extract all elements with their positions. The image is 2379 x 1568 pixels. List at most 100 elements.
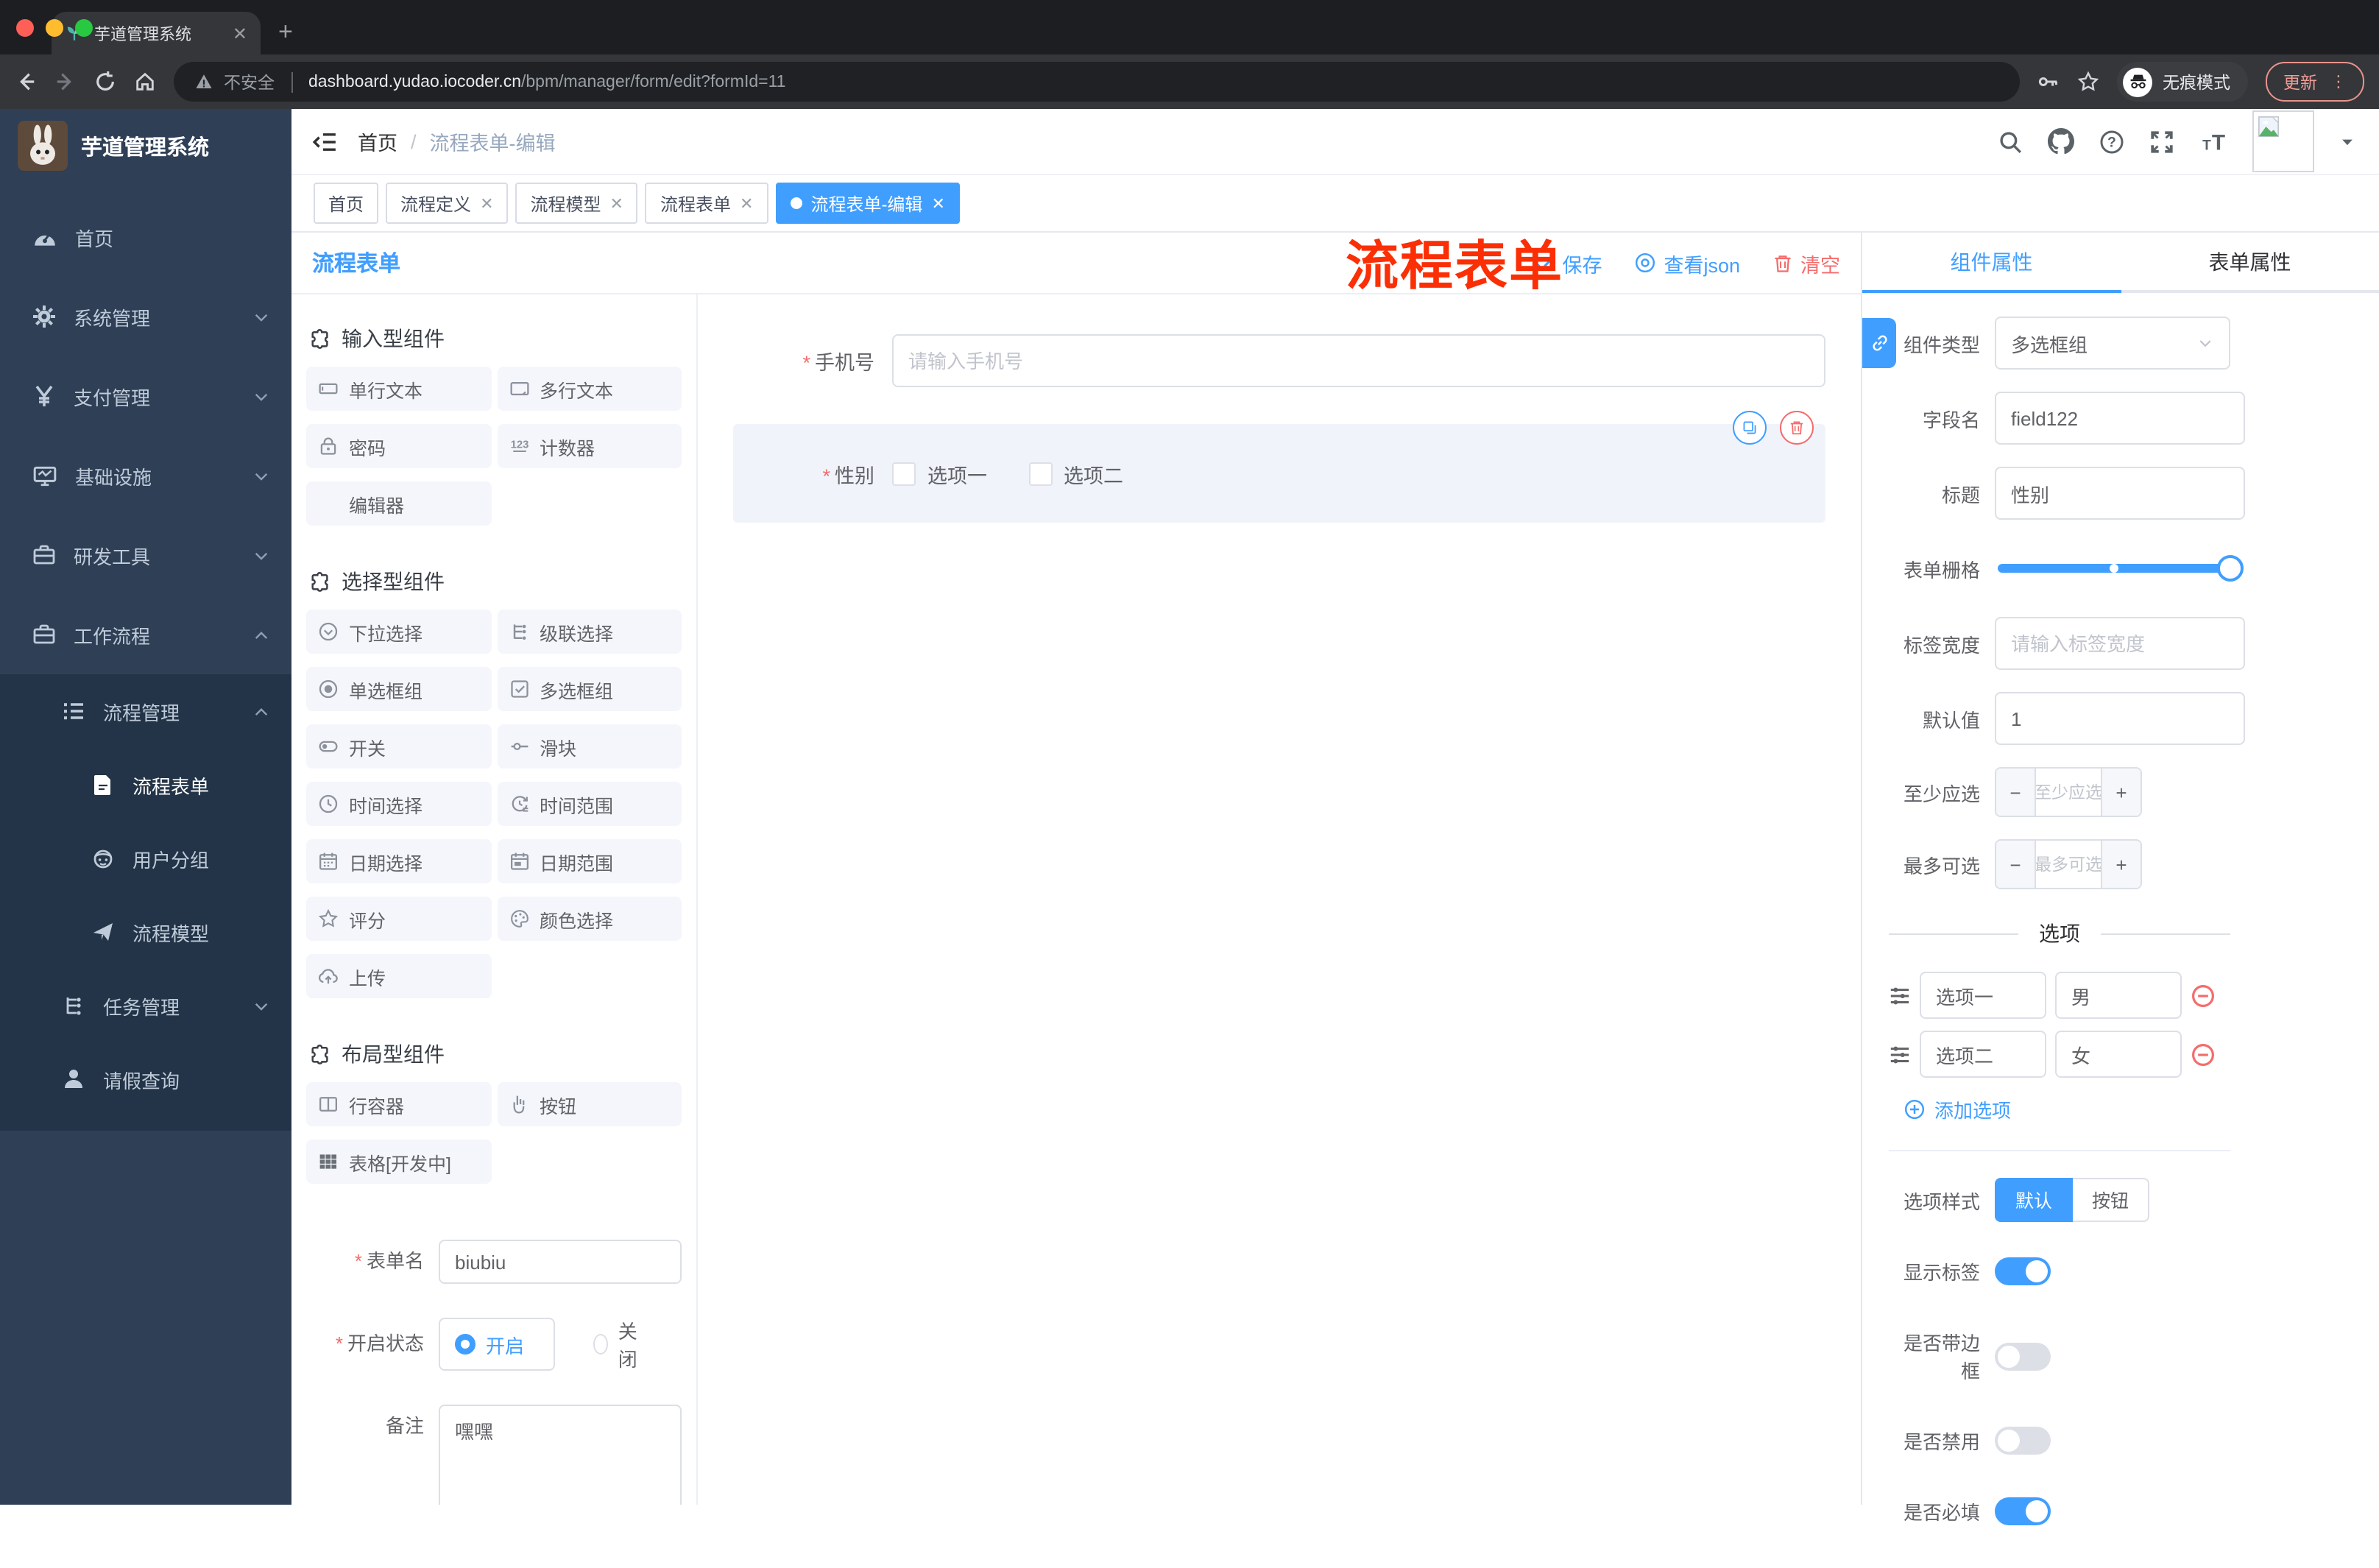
tab-form-props[interactable]: 表单属性: [2121, 233, 2379, 293]
key-icon[interactable]: [2037, 71, 2060, 93]
component-rate[interactable]: 评分: [306, 897, 491, 941]
stepper-decrease-button[interactable]: −: [1996, 769, 2036, 816]
gender-option2-checkbox[interactable]: 选项二: [1028, 459, 1123, 488]
required-toggle[interactable]: [1995, 1497, 2051, 1525]
form-grid-slider[interactable]: [1998, 555, 2244, 582]
component-date-range[interactable]: 日期范围: [497, 839, 682, 883]
style-default-button[interactable]: 默认: [1995, 1178, 2074, 1222]
option-style-segmented[interactable]: 默认 按钮: [1995, 1178, 2150, 1222]
component-type-select[interactable]: 多选框组: [1995, 317, 2230, 370]
sidebar-item-task-mgmt[interactable]: 任务管理: [0, 969, 291, 1042]
close-window-button[interactable]: [16, 19, 34, 37]
form-remark-textarea[interactable]: 嘿嘿: [439, 1405, 682, 1505]
component-cascader[interactable]: 级联选择: [497, 610, 682, 654]
tag-process-model[interactable]: 流程模型 ✕: [515, 183, 638, 224]
sidebar-item-system[interactable]: 系统管理: [0, 277, 291, 356]
checkbox[interactable]: [892, 462, 916, 485]
component-switch[interactable]: 开关: [306, 724, 491, 769]
tag-close-icon[interactable]: ✕: [740, 194, 753, 213]
component-multi-text[interactable]: 多行文本: [497, 367, 682, 411]
sidebar-collapse-icon[interactable]: [312, 129, 337, 154]
option-value-input[interactable]: [2055, 972, 2182, 1019]
tag-close-icon[interactable]: ✕: [931, 194, 944, 213]
tab-component-props[interactable]: 组件属性: [1862, 233, 2121, 293]
back-icon[interactable]: [15, 71, 37, 93]
app-logo[interactable]: 芋道管理系统: [0, 112, 291, 180]
status-off-radio[interactable]: 关闭: [593, 1316, 643, 1372]
remove-option-icon[interactable]: [2191, 1042, 2216, 1067]
sidebar-item-home[interactable]: 首页: [0, 197, 291, 277]
view-json-button[interactable]: 查看json: [1634, 248, 1740, 278]
add-option-button[interactable]: 添加选项: [1903, 1095, 2230, 1123]
maximize-window-button[interactable]: [75, 19, 93, 37]
label-width-input[interactable]: [1995, 617, 2245, 670]
slider-handle[interactable]: [2217, 555, 2244, 582]
sidebar-item-user-group[interactable]: 用户分组: [0, 822, 291, 895]
show-label-toggle[interactable]: [1995, 1257, 2051, 1285]
tab-close-icon[interactable]: ✕: [233, 24, 247, 42]
component-editor[interactable]: 编辑器: [306, 481, 491, 526]
browser-update-button[interactable]: 更新 ⋮: [2266, 62, 2364, 102]
window-controls[interactable]: [16, 19, 93, 37]
designer-canvas[interactable]: 手机号 性别 选项一 选项二: [698, 294, 1861, 1505]
sidebar-item-process-form[interactable]: 流程表单: [0, 748, 291, 822]
sidebar-item-process-mgmt[interactable]: 流程管理: [0, 674, 291, 748]
forward-icon[interactable]: [54, 71, 77, 93]
component-button[interactable]: 按钮: [497, 1082, 682, 1126]
sidebar-item-devtools[interactable]: 研发工具: [0, 515, 291, 595]
bookmark-star-icon[interactable]: [2077, 71, 2099, 93]
component-time-picker[interactable]: 时间选择: [306, 782, 491, 826]
new-tab-button[interactable]: +: [278, 18, 293, 47]
form-name-input[interactable]: [439, 1240, 682, 1284]
tag-home[interactable]: 首页: [314, 183, 379, 224]
help-icon[interactable]: [2099, 129, 2124, 154]
github-icon[interactable]: [2048, 128, 2074, 155]
option-label-input[interactable]: [1920, 1031, 2046, 1078]
avatar-caret-icon[interactable]: [2339, 133, 2355, 149]
browser-menu-icon[interactable]: ⋮: [2330, 72, 2347, 91]
component-slider[interactable]: 滑块: [497, 724, 682, 769]
min-select-stepper[interactable]: − 至少应选 +: [1995, 767, 2142, 817]
component-time-range[interactable]: 时间范围: [497, 782, 682, 826]
checkbox[interactable]: [1028, 462, 1052, 485]
sidebar-item-payment[interactable]: 支付管理: [0, 356, 291, 436]
sidebar-item-leave-query[interactable]: 请假查询: [0, 1042, 291, 1116]
sidebar-item-infra[interactable]: 基础设施: [0, 436, 291, 515]
style-button-button[interactable]: 按钮: [2073, 1178, 2150, 1222]
breadcrumb-home[interactable]: 首页: [358, 127, 397, 156]
option-value-input[interactable]: [2055, 1031, 2182, 1078]
component-password[interactable]: 密码: [306, 424, 491, 468]
stepper-increase-button[interactable]: +: [2101, 841, 2141, 888]
sidebar-item-workflow[interactable]: 工作流程: [0, 595, 291, 674]
with-border-toggle[interactable]: [1995, 1342, 2051, 1370]
disabled-toggle[interactable]: [1995, 1427, 2051, 1455]
tag-process-form-edit[interactable]: 流程表单-编辑 ✕: [775, 183, 960, 224]
sidebar-item-process-model[interactable]: 流程模型: [0, 895, 291, 969]
avatar[interactable]: [2252, 110, 2314, 172]
remove-option-icon[interactable]: [2191, 983, 2216, 1008]
phone-input[interactable]: [892, 334, 1825, 387]
component-table[interactable]: 表格[开发中]: [306, 1140, 491, 1184]
drag-handle-icon[interactable]: [1889, 1043, 1911, 1065]
tag-process-form[interactable]: 流程表单 ✕: [645, 183, 768, 224]
canvas-field-phone[interactable]: 手机号: [733, 334, 1825, 387]
url-bar[interactable]: 不安全 dashboard.yudao.iocoder.cn/bpm/manag…: [174, 62, 2020, 102]
status-on-radio[interactable]: 开启: [439, 1318, 555, 1371]
component-counter[interactable]: 计数器: [497, 424, 682, 468]
link-tag-button[interactable]: [1862, 318, 1896, 368]
max-select-stepper[interactable]: − 最多可选 +: [1995, 839, 2142, 889]
home-icon[interactable]: [134, 71, 156, 93]
field-name-input[interactable]: [1995, 392, 2245, 445]
tag-process-definition[interactable]: 流程定义 ✕: [386, 183, 509, 224]
delete-field-button[interactable]: [1780, 411, 1814, 445]
component-single-text[interactable]: 单行文本: [306, 367, 491, 411]
minimize-window-button[interactable]: [46, 19, 63, 37]
component-row-container[interactable]: 行容器: [306, 1082, 491, 1126]
default-value-input[interactable]: [1995, 692, 2245, 745]
component-date-picker[interactable]: 日期选择: [306, 839, 491, 883]
stepper-decrease-button[interactable]: −: [1996, 841, 2036, 888]
tag-close-icon[interactable]: ✕: [610, 194, 623, 213]
component-select[interactable]: 下拉选择: [306, 610, 491, 654]
drag-handle-icon[interactable]: [1889, 984, 1911, 1006]
component-color-picker[interactable]: 颜色选择: [497, 897, 682, 941]
